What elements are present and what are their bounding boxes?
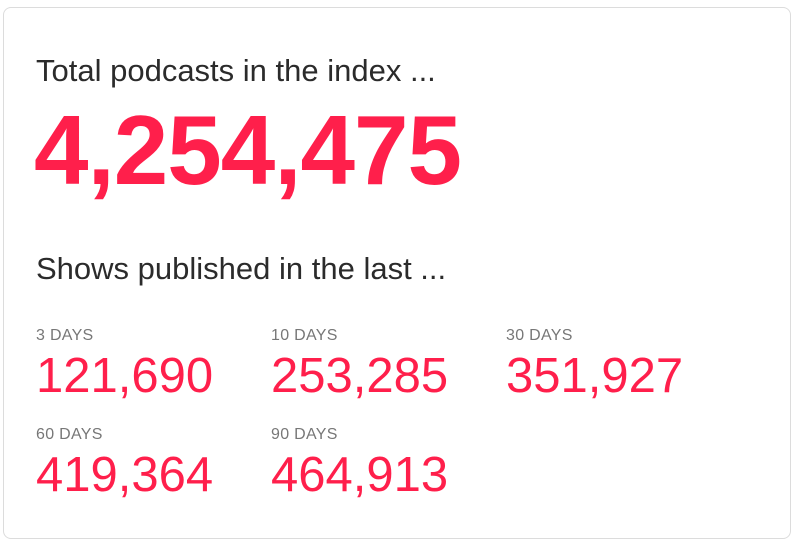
stat-label: 10 DAYS xyxy=(271,327,338,344)
total-podcasts-count: 4,254,475 xyxy=(34,95,462,205)
stat-30-days: 30 DAYS 351,927 xyxy=(506,327,741,426)
stat-3-days: 3 DAYS 121,690 xyxy=(36,327,271,426)
stat-10-days: 10 DAYS 253,285 xyxy=(271,327,506,426)
stat-value: 464,913 xyxy=(271,448,449,502)
stat-value: 121,690 xyxy=(36,349,214,403)
podcast-stats-card: Total podcasts in the index ... 4,254,47… xyxy=(3,7,791,539)
shows-published-stats: 3 DAYS 121,690 10 DAYS 253,285 30 DAYS 3… xyxy=(36,327,741,525)
total-podcasts-heading: Total podcasts in the index ... xyxy=(36,53,436,88)
stat-90-days: 90 DAYS 464,913 xyxy=(271,426,506,525)
stat-60-days: 60 DAYS 419,364 xyxy=(36,426,271,525)
shows-published-heading: Shows published in the last ... xyxy=(36,251,447,286)
stat-value: 351,927 xyxy=(506,349,684,403)
stat-value: 253,285 xyxy=(271,349,449,403)
stat-value: 419,364 xyxy=(36,448,214,502)
stat-label: 90 DAYS xyxy=(271,426,338,443)
stat-label: 3 DAYS xyxy=(36,327,94,344)
stat-label: 30 DAYS xyxy=(506,327,573,344)
stat-label: 60 DAYS xyxy=(36,426,103,443)
